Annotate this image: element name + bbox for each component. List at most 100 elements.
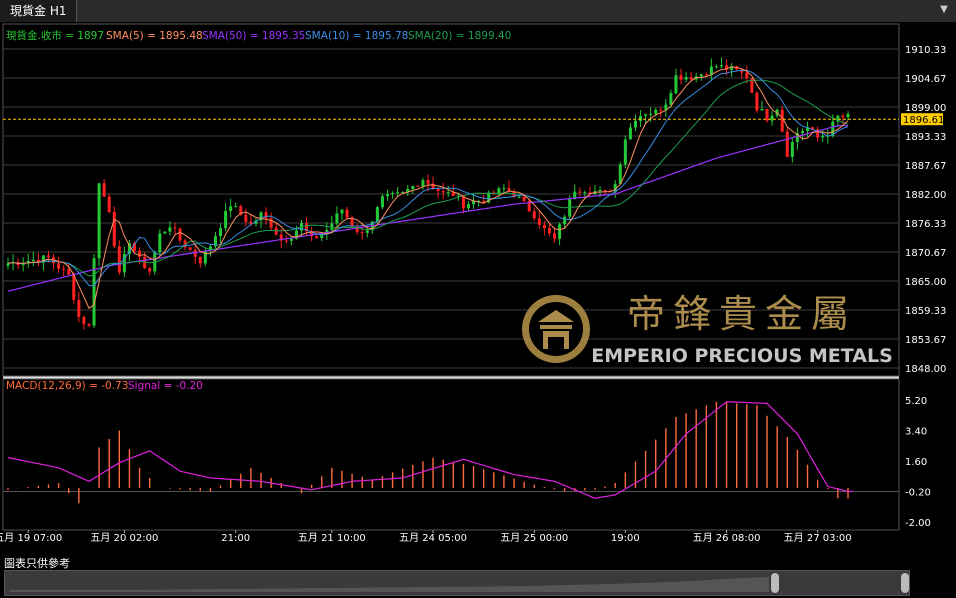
candle-body — [841, 115, 845, 118]
tab-spot-gold-h1[interactable]: 現貨金 H1 — [0, 0, 78, 22]
legend-close: 現貨金.收市 = 1897 — [6, 29, 104, 42]
candle-body — [674, 75, 678, 94]
chart-scrollbar[interactable] — [4, 570, 910, 596]
candle-body — [542, 224, 546, 229]
candle-body — [446, 192, 450, 194]
disclaimer-note: 圖表只供參考 — [4, 557, 70, 570]
candle-body — [234, 206, 238, 208]
candle-body — [97, 183, 101, 259]
candle-body — [340, 209, 344, 214]
candle-body — [173, 227, 177, 229]
candle-body — [760, 108, 764, 111]
x-tick-label: 五月 24 05:00 — [399, 532, 467, 544]
candle-body — [745, 72, 749, 79]
candle-body — [168, 227, 172, 232]
candle-body — [421, 180, 425, 187]
candle-body — [517, 196, 521, 198]
watermark: 帝鋒貴金屬 EMPERIO PRECIOUS METALS — [522, 292, 893, 367]
candle-body — [264, 212, 268, 219]
macd-tick-label: 3.40 — [905, 427, 927, 438]
candle-body — [770, 115, 774, 121]
candle-body — [335, 213, 339, 224]
candle-body — [689, 77, 693, 80]
price-tick-label: 1893.33 — [905, 132, 946, 143]
x-tick-label: 19:00 — [611, 533, 640, 544]
candle-body — [82, 316, 86, 325]
candle-body — [578, 191, 582, 193]
tab-bar: 現貨金 H1 ▼ — [0, 0, 956, 23]
candle-body — [714, 66, 718, 68]
candle-body — [785, 131, 789, 157]
chevron-down-icon[interactable]: ▼ — [938, 4, 950, 16]
price-tick-label: 1853.67 — [905, 335, 946, 346]
chart-area[interactable]: 1910.33 1904.67 1899.00 1893.33 1887.67 1882.… — [0, 22, 956, 552]
macd-tick-label: -2.00 — [905, 518, 931, 529]
candle-body — [46, 255, 50, 258]
candle-body — [552, 233, 557, 239]
candle-body — [563, 216, 567, 225]
candle-body — [532, 211, 536, 219]
price-tick-label: 1859.33 — [905, 306, 946, 317]
watermark-english: EMPERIO PRECIOUS METALS — [591, 345, 893, 367]
candle-body — [603, 190, 607, 192]
current-price-label: 1896.61 — [903, 115, 944, 126]
candle-body — [684, 77, 688, 80]
candle-body — [633, 120, 637, 128]
candle-body — [360, 231, 364, 233]
candle-body — [547, 228, 551, 234]
candle-body — [188, 247, 192, 250]
candle-body — [598, 190, 602, 192]
price-tick-label: 1870.67 — [905, 248, 946, 259]
price-tick-label: 1887.67 — [905, 161, 946, 172]
candle-body — [117, 246, 121, 273]
candle-body — [719, 65, 724, 67]
candle-body — [639, 115, 643, 121]
candle-body — [699, 74, 703, 77]
x-tick-label: 五月 25 00:00 — [500, 532, 568, 544]
candle-body — [502, 188, 506, 190]
scrollbar-preview — [9, 577, 769, 592]
candle-body — [800, 131, 804, 134]
candle-body — [284, 240, 288, 242]
x-tick-label: 五月 27 03:00 — [784, 532, 852, 544]
candle-body — [315, 236, 319, 239]
legend-sma50: SMA(50) = 1895.35 — [202, 30, 305, 42]
price-tick-label: 1876.33 — [905, 219, 946, 230]
candle-body — [558, 224, 562, 239]
candle-body — [669, 93, 673, 105]
macd-tick-label: -0.20 — [905, 488, 931, 499]
candle-body — [77, 299, 81, 317]
candle-body — [391, 193, 395, 195]
candle-body — [623, 139, 627, 165]
candle-body — [92, 258, 96, 326]
candle-body — [396, 192, 400, 194]
legend-macd: MACD(12,26,9) = -0.73 — [6, 380, 128, 392]
candle-body — [654, 109, 658, 114]
candle-body — [87, 324, 91, 326]
scrollbar-left-handle[interactable] — [771, 573, 779, 593]
price-chart-svg: 1910.33 1904.67 1899.00 1893.33 1887.67 1882.… — [0, 23, 946, 544]
candle-body — [821, 135, 825, 138]
candle-body — [203, 250, 207, 264]
candle-body — [537, 218, 541, 225]
candle-body — [107, 196, 111, 212]
candle-body — [219, 228, 223, 237]
candle-body — [102, 183, 106, 197]
legend-sma10: SMA(10) = 1895.78 — [305, 30, 408, 42]
candle-body — [583, 192, 587, 194]
x-tick-label: 五月 19 07:00 — [0, 532, 62, 544]
legend-sma5: SMA(5) = 1895.48 — [106, 30, 203, 42]
x-tick-label: 五月 26 08:00 — [693, 532, 761, 544]
candle-body — [846, 113, 850, 118]
candle-body — [380, 196, 384, 208]
scrollbar-right-handle[interactable] — [901, 573, 909, 593]
candle-body — [456, 195, 460, 197]
candle-body — [158, 233, 162, 253]
candle-body — [441, 191, 445, 193]
candle-body — [31, 259, 35, 261]
x-tick-label: 五月 20 02:00 — [90, 532, 158, 544]
candle-body — [67, 269, 71, 275]
candle-body — [62, 268, 66, 270]
sma50-line — [7, 125, 848, 292]
candle-body — [649, 113, 653, 115]
